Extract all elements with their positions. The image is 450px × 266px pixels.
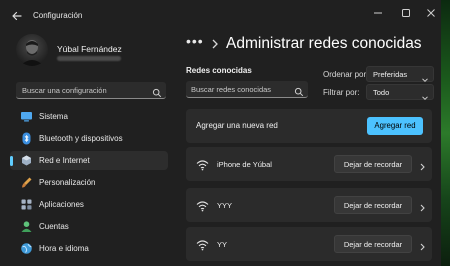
app-title: Configuración	[33, 11, 83, 20]
sort-label: Ordenar por:	[323, 70, 369, 79]
monitor-icon	[20, 110, 33, 123]
network-search-input[interactable]: Buscar redes conocidas	[186, 81, 308, 98]
sidebar-item-label: Aplicaciones	[39, 200, 84, 209]
filter-value: Todo	[373, 88, 390, 97]
search-icon	[152, 85, 162, 98]
minimize-button[interactable]	[368, 6, 388, 20]
wifi-icon	[196, 199, 209, 212]
sort-value: Preferidas	[373, 70, 408, 79]
arrow-left-icon	[12, 11, 22, 21]
maximize-icon	[402, 9, 410, 17]
sidebar-item-label: Cuentas	[39, 222, 69, 231]
chevron-right-icon[interactable]	[419, 239, 426, 251]
user-email-blurred	[57, 56, 121, 61]
settings-window: Configuración Yúbal Fernández Buscar una…	[0, 0, 441, 266]
active-indicator	[10, 156, 13, 166]
search-icon	[294, 84, 304, 97]
chevron-right-icon[interactable]	[419, 200, 426, 212]
sidebar-item-label: Hora e idioma	[39, 244, 89, 253]
sidebar-item-label: Bluetooth y dispositivos	[39, 134, 123, 143]
title-bar: Configuración	[0, 0, 441, 32]
sidebar-item-aplicaciones[interactable]: Aplicaciones	[10, 195, 168, 214]
section-label: Redes conocidas	[186, 66, 252, 75]
filter-dropdown[interactable]: Todo	[366, 84, 434, 101]
brush-icon	[20, 176, 33, 189]
sidebar-item-bluetooth[interactable]: Bluetooth y dispositivos	[10, 129, 168, 148]
network-name: iPhone de Yúbal	[217, 160, 272, 169]
user-photo-icon	[20, 40, 44, 66]
maximize-button[interactable]	[396, 6, 416, 20]
back-button[interactable]	[9, 8, 25, 24]
chevron-right-icon[interactable]	[419, 159, 426, 171]
close-button[interactable]	[421, 6, 441, 20]
chevron-down-icon	[421, 71, 429, 83]
person-icon	[20, 220, 33, 233]
sort-dropdown[interactable]: Preferidas	[366, 66, 434, 83]
avatar[interactable]	[16, 34, 48, 66]
bluetooth-icon	[20, 132, 33, 145]
forget-network-button[interactable]: Dejar de recordar	[334, 235, 412, 253]
add-network-button[interactable]: Agregar red	[367, 117, 423, 135]
network-icon	[20, 154, 33, 167]
page-title: Administrar redes conocidas	[226, 35, 422, 52]
wifi-icon	[196, 158, 209, 171]
sidebar-item-cuentas[interactable]: Cuentas	[10, 217, 168, 236]
network-name: YY	[217, 240, 228, 249]
filter-label: Filtrar por:	[323, 88, 360, 97]
chevron-down-icon	[421, 89, 429, 101]
forget-network-button[interactable]: Dejar de recordar	[334, 155, 412, 173]
network-row[interactable]: iPhone de Yúbal Dejar de recordar	[186, 147, 432, 181]
network-row[interactable]: YY Dejar de recordar	[186, 227, 432, 261]
minimize-icon	[374, 12, 382, 14]
add-network-label: Agregar una nueva red	[196, 121, 278, 130]
network-name: YYY	[217, 201, 233, 210]
forget-network-button[interactable]: Dejar de recordar	[334, 196, 412, 214]
settings-search-placeholder: Buscar una configuración	[22, 86, 107, 95]
sidebar-item-label: Personalización	[39, 178, 96, 187]
globe-icon	[20, 242, 33, 255]
breadcrumb-more-button[interactable]: •••	[186, 33, 204, 49]
sidebar-item-label: Red e Internet	[39, 156, 90, 165]
network-search-placeholder: Buscar redes conocidas	[191, 85, 272, 94]
network-row[interactable]: YYY Dejar de recordar	[186, 188, 432, 222]
close-icon	[427, 9, 435, 17]
chevron-right-icon	[210, 37, 220, 49]
sidebar-item-sistema[interactable]: Sistema	[10, 107, 168, 126]
wifi-icon	[196, 238, 209, 251]
sidebar-item-hora-idioma[interactable]: Hora e idioma	[10, 239, 168, 258]
sidebar-item-red-internet[interactable]: Red e Internet	[10, 151, 168, 170]
user-name: Yúbal Fernández	[57, 44, 122, 54]
settings-search-input[interactable]: Buscar una configuración	[16, 82, 166, 99]
apps-icon	[20, 198, 33, 211]
desktop-wallpaper-edge	[441, 0, 450, 266]
sidebar-item-label: Sistema	[39, 112, 68, 121]
sidebar-item-personalizacion[interactable]: Personalización	[10, 173, 168, 192]
add-network-card: Agregar una nueva red Agregar red	[186, 109, 432, 143]
